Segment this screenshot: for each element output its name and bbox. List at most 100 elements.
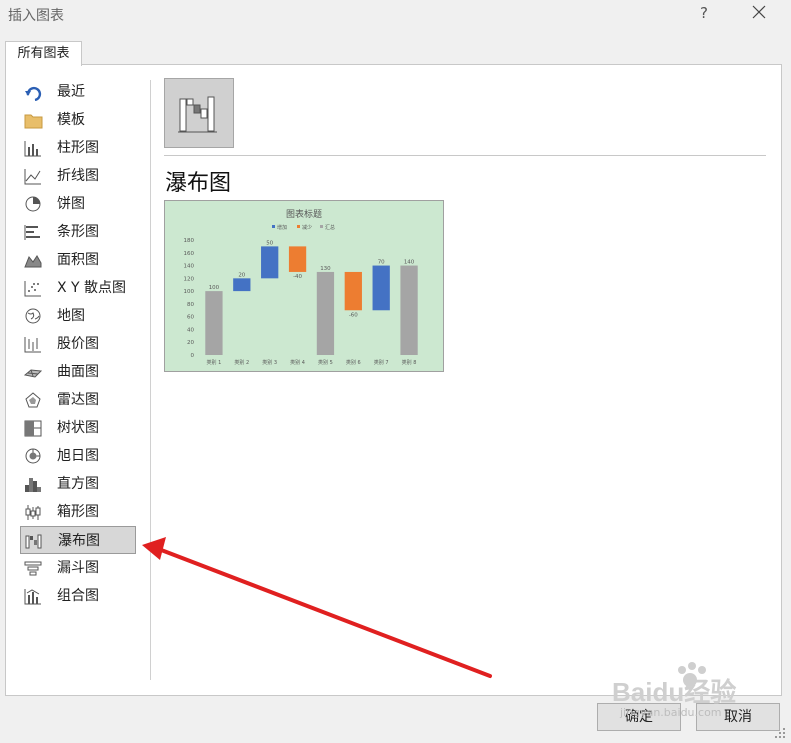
legend-marker (272, 225, 275, 228)
legend-label: 增加 (277, 224, 287, 231)
sidebar-item-box-whisker-chart[interactable]: 箱形图 (20, 498, 136, 526)
sidebar-item-combo-chart[interactable]: 组合图 (20, 582, 136, 610)
sidebar-item-label: 条形图 (57, 224, 99, 240)
sidebar-item-column-chart[interactable]: 柱形图 (20, 134, 136, 162)
sidebar-item-area-chart[interactable]: 面积图 (20, 246, 136, 274)
close-button[interactable] (744, 0, 774, 24)
chart-type-sidebar: 最近模板柱形图 折线图饼图条形图面积图 X Y 散点图 地图股价图曲面图雷达图树状图旭… (20, 78, 138, 610)
waterfall-bar (205, 291, 223, 355)
y-tick-label: 180 (184, 238, 195, 244)
chart-type-title: 瀑布图 (165, 171, 232, 196)
x-tick-label: 类别 1 (207, 359, 222, 366)
sidebar-item-label: 股价图 (57, 336, 99, 352)
sidebar-item-waterfall-chart[interactable]: 瀑布图 (20, 526, 136, 554)
surface-chart-icon (23, 369, 43, 378)
data-label: -40 (293, 274, 302, 280)
resize-grip-icon[interactable] (774, 727, 786, 739)
y-tick-label: 0 (191, 353, 195, 359)
sidebar-item-label: 曲面图 (57, 364, 99, 380)
sidebar-item-sunburst-chart[interactable]: 旭日图 (20, 442, 136, 470)
sidebar-item-map-chart[interactable]: 地图 (20, 302, 136, 330)
recent-icon (25, 86, 42, 101)
sidebar-item-label: 模板 (57, 112, 85, 128)
sidebar-item-folder[interactable]: 模板 (20, 106, 136, 134)
chart-title: 图表标题 (286, 208, 322, 220)
combo-chart-icon (24, 589, 41, 605)
data-label: 130 (320, 266, 331, 272)
map-chart-icon (25, 308, 41, 324)
stock-chart-icon (24, 337, 41, 353)
sidebar-item-label: 直方图 (57, 476, 99, 492)
chart-preview: 图表标题 增加 减少 汇总 0 20 40 60 80 100 120 140 160 180 100 类别 … (164, 200, 444, 372)
waterfall-thumbnail-icon (178, 96, 217, 133)
y-tick-label: 40 (187, 327, 194, 333)
bar-chart-icon (24, 225, 40, 240)
sidebar-item-scatter-chart[interactable]: X Y 散点图 (20, 274, 136, 302)
waterfall-bar (261, 246, 279, 279)
treemap-chart-icon (24, 420, 42, 437)
close-icon (752, 5, 766, 19)
sidebar-item-bar-chart[interactable]: 条形图 (20, 218, 136, 246)
data-label: 100 (209, 285, 220, 291)
waterfall-chart: 图表标题增加 减少 汇总 0 20 40 60 80 100 120 140 160 180 100 类别 … (184, 208, 418, 366)
sunburst-chart-icon (25, 448, 41, 464)
data-label: 140 (404, 260, 415, 266)
sidebar-item-treemap-chart[interactable]: 树状图 (20, 414, 136, 442)
line-chart-icon (24, 169, 41, 185)
y-tick-label: 140 (184, 264, 195, 270)
sidebar-item-histogram-chart[interactable]: 直方图 (20, 470, 136, 498)
sidebar-item-pie-chart[interactable]: 饼图 (20, 190, 136, 218)
sidebar-item-label: 漏斗图 (57, 560, 99, 576)
y-tick-label: 80 (187, 302, 194, 308)
sidebar-item-surface-chart[interactable]: 曲面图 (20, 358, 136, 386)
sidebar-item-radar-chart[interactable]: 雷达图 (20, 386, 136, 414)
legend-marker (297, 225, 300, 228)
sidebar-item-label: 地图 (57, 308, 85, 324)
waterfall-bar (288, 246, 307, 272)
sidebar-item-stock-chart[interactable]: 股价图 (20, 330, 136, 358)
sidebar-item-funnel-chart[interactable]: 漏斗图 (20, 554, 136, 582)
sidebar-item-label: 饼图 (57, 196, 85, 212)
help-button[interactable]: ? (694, 2, 714, 24)
sidebar-item-recent[interactable]: 最近 (20, 78, 136, 106)
waterfall-chart-icon (25, 534, 42, 549)
header-divider (164, 155, 766, 156)
watermark-text: Baidu经验 (612, 677, 737, 707)
folder-icon (24, 114, 43, 129)
sidebar-item-label: 雷达图 (57, 392, 99, 408)
waterfall-bar (233, 278, 251, 292)
waterfall-bar (372, 265, 390, 311)
data-label: -60 (349, 312, 358, 318)
legend-marker (320, 225, 323, 228)
waterfall-subtype-thumbnail[interactable] (164, 78, 234, 148)
y-tick-label: 120 (184, 276, 195, 282)
legend-label: 减少 (302, 224, 312, 231)
sidebar-item-label: 旭日图 (57, 448, 99, 464)
data-label: 50 (266, 240, 273, 246)
sidebar-item-label: 组合图 (57, 588, 99, 604)
scatter-chart-icon (24, 281, 41, 297)
sidebar-item-line-chart[interactable]: 折线图 (20, 162, 136, 190)
watermark-subtext: jingyan.baidu.com (620, 706, 722, 719)
box-whisker-chart-icon (25, 505, 41, 520)
x-tick-label: 类别 8 (402, 359, 417, 366)
funnel-chart-icon (24, 561, 42, 576)
baidu-watermark: Baidu经验 jingyan.baidu.com (598, 660, 758, 724)
sidebar-item-label: 箱形图 (57, 504, 99, 520)
sidebar-item-label: 面积图 (57, 252, 99, 268)
x-tick-label: 类别 2 (234, 359, 249, 366)
tab-all-charts[interactable]: 所有图表 (5, 41, 82, 66)
y-tick-label: 20 (187, 340, 194, 346)
waterfall-bar (344, 271, 362, 311)
x-tick-label: 类别 5 (318, 359, 333, 366)
legend-label: 汇总 (325, 224, 335, 231)
sidebar-divider (150, 80, 151, 680)
sidebar-item-label: 瀑布图 (58, 533, 100, 549)
area-chart-icon (24, 255, 42, 268)
sidebar-item-label: 最近 (57, 84, 85, 100)
window-title: 插入图表 (8, 8, 64, 24)
waterfall-bar (316, 271, 335, 355)
sidebar-item-label: X Y 散点图 (57, 280, 127, 296)
pie-chart-icon (25, 196, 41, 212)
sidebar-item-label: 树状图 (57, 420, 99, 436)
